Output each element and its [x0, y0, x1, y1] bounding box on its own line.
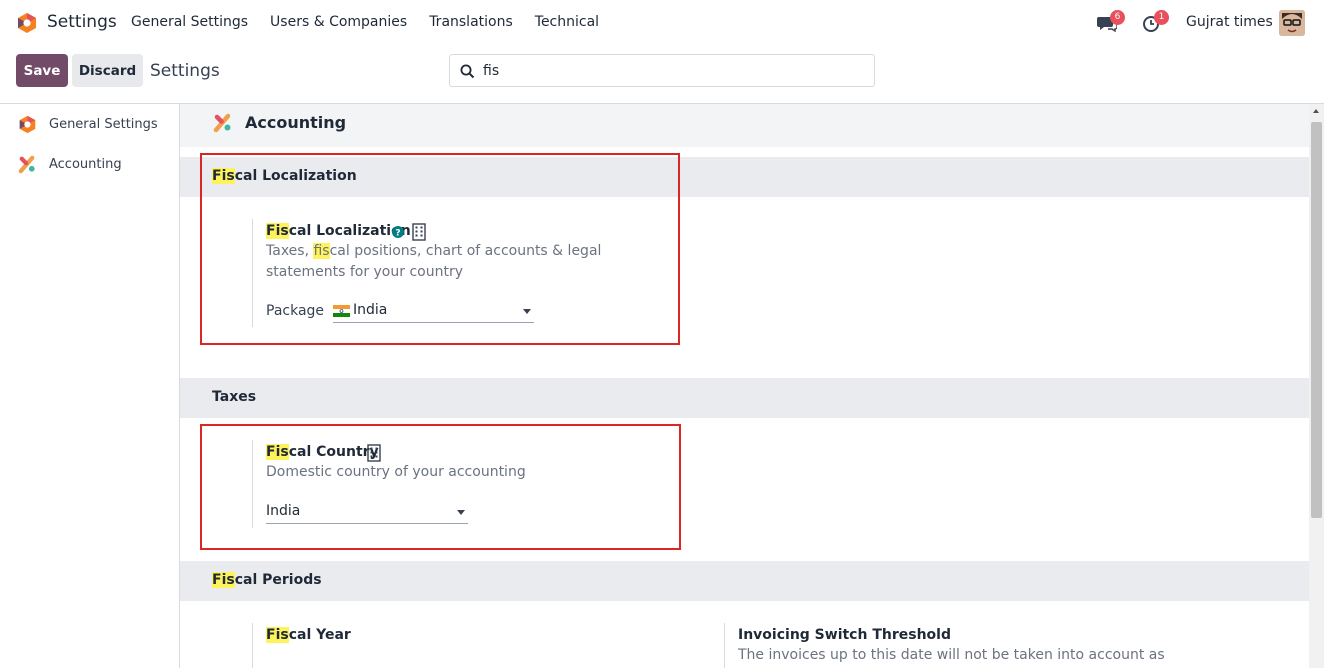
search-input[interactable] [483, 61, 863, 81]
setting-description: The invoices up to this date will not be… [738, 647, 1165, 663]
setting-name: Invoicing Switch Threshold [738, 627, 951, 643]
sidebar-item-label: Accounting [49, 156, 122, 172]
settings-hex-icon [19, 115, 36, 133]
section-title: Taxes [212, 389, 257, 405]
annotation-box-fiscal-country [200, 424, 681, 550]
sidebar-item-general-settings[interactable]: General Settings [0, 104, 179, 144]
breadcrumb-title: Settings [150, 61, 220, 81]
search-box[interactable] [449, 54, 875, 87]
section-fiscal-periods: Fiscal Periods [180, 561, 1309, 601]
setting-name: Fiscal Year [266, 627, 351, 643]
section-taxes: Taxes [180, 378, 1309, 418]
avatar-face-icon [1279, 10, 1305, 36]
user-avatar[interactable] [1279, 10, 1305, 36]
app-name[interactable]: Settings [47, 12, 117, 32]
app-header: Accounting [180, 104, 1309, 147]
accounting-icon [18, 155, 35, 173]
menu-technical[interactable]: Technical [535, 14, 599, 30]
discard-button[interactable]: Discard [72, 54, 143, 87]
save-button[interactable]: Save [16, 54, 68, 87]
top-menu: General Settings Users & Companies Trans… [131, 14, 621, 30]
search-icon [460, 64, 475, 79]
scrollbar[interactable] [1309, 104, 1324, 668]
sidebar-item-accounting[interactable]: Accounting [0, 144, 179, 184]
menu-general-settings[interactable]: General Settings [131, 14, 248, 30]
annotation-box-fiscal-localization [200, 153, 680, 345]
activities-badge: 1 [1154, 10, 1169, 25]
messages-badge: 6 [1110, 10, 1125, 25]
sidebar-item-label: General Settings [49, 116, 158, 132]
accounting-icon [213, 113, 231, 133]
settings-logo-icon[interactable] [16, 12, 38, 34]
setting-fiscal-year: Fiscal Year [252, 623, 672, 668]
menu-translations[interactable]: Translations [429, 14, 513, 30]
user-name[interactable]: Gujrat times [1186, 14, 1273, 30]
scrollbar-thumb[interactable] [1311, 122, 1322, 518]
scroll-up-arrow-icon[interactable] [1313, 109, 1319, 113]
section-title: Fiscal Periods [212, 572, 322, 588]
app-title: Accounting [245, 113, 347, 132]
top-navbar: Settings General Settings Users & Compan… [0, 0, 1324, 46]
setting-invoicing-switch-threshold: Invoicing Switch Threshold The invoices … [724, 623, 1165, 668]
settings-sidebar: General Settings Accounting [0, 104, 180, 668]
menu-users-companies[interactable]: Users & Companies [270, 14, 407, 30]
control-panel: Save Discard Settings [0, 46, 1324, 104]
